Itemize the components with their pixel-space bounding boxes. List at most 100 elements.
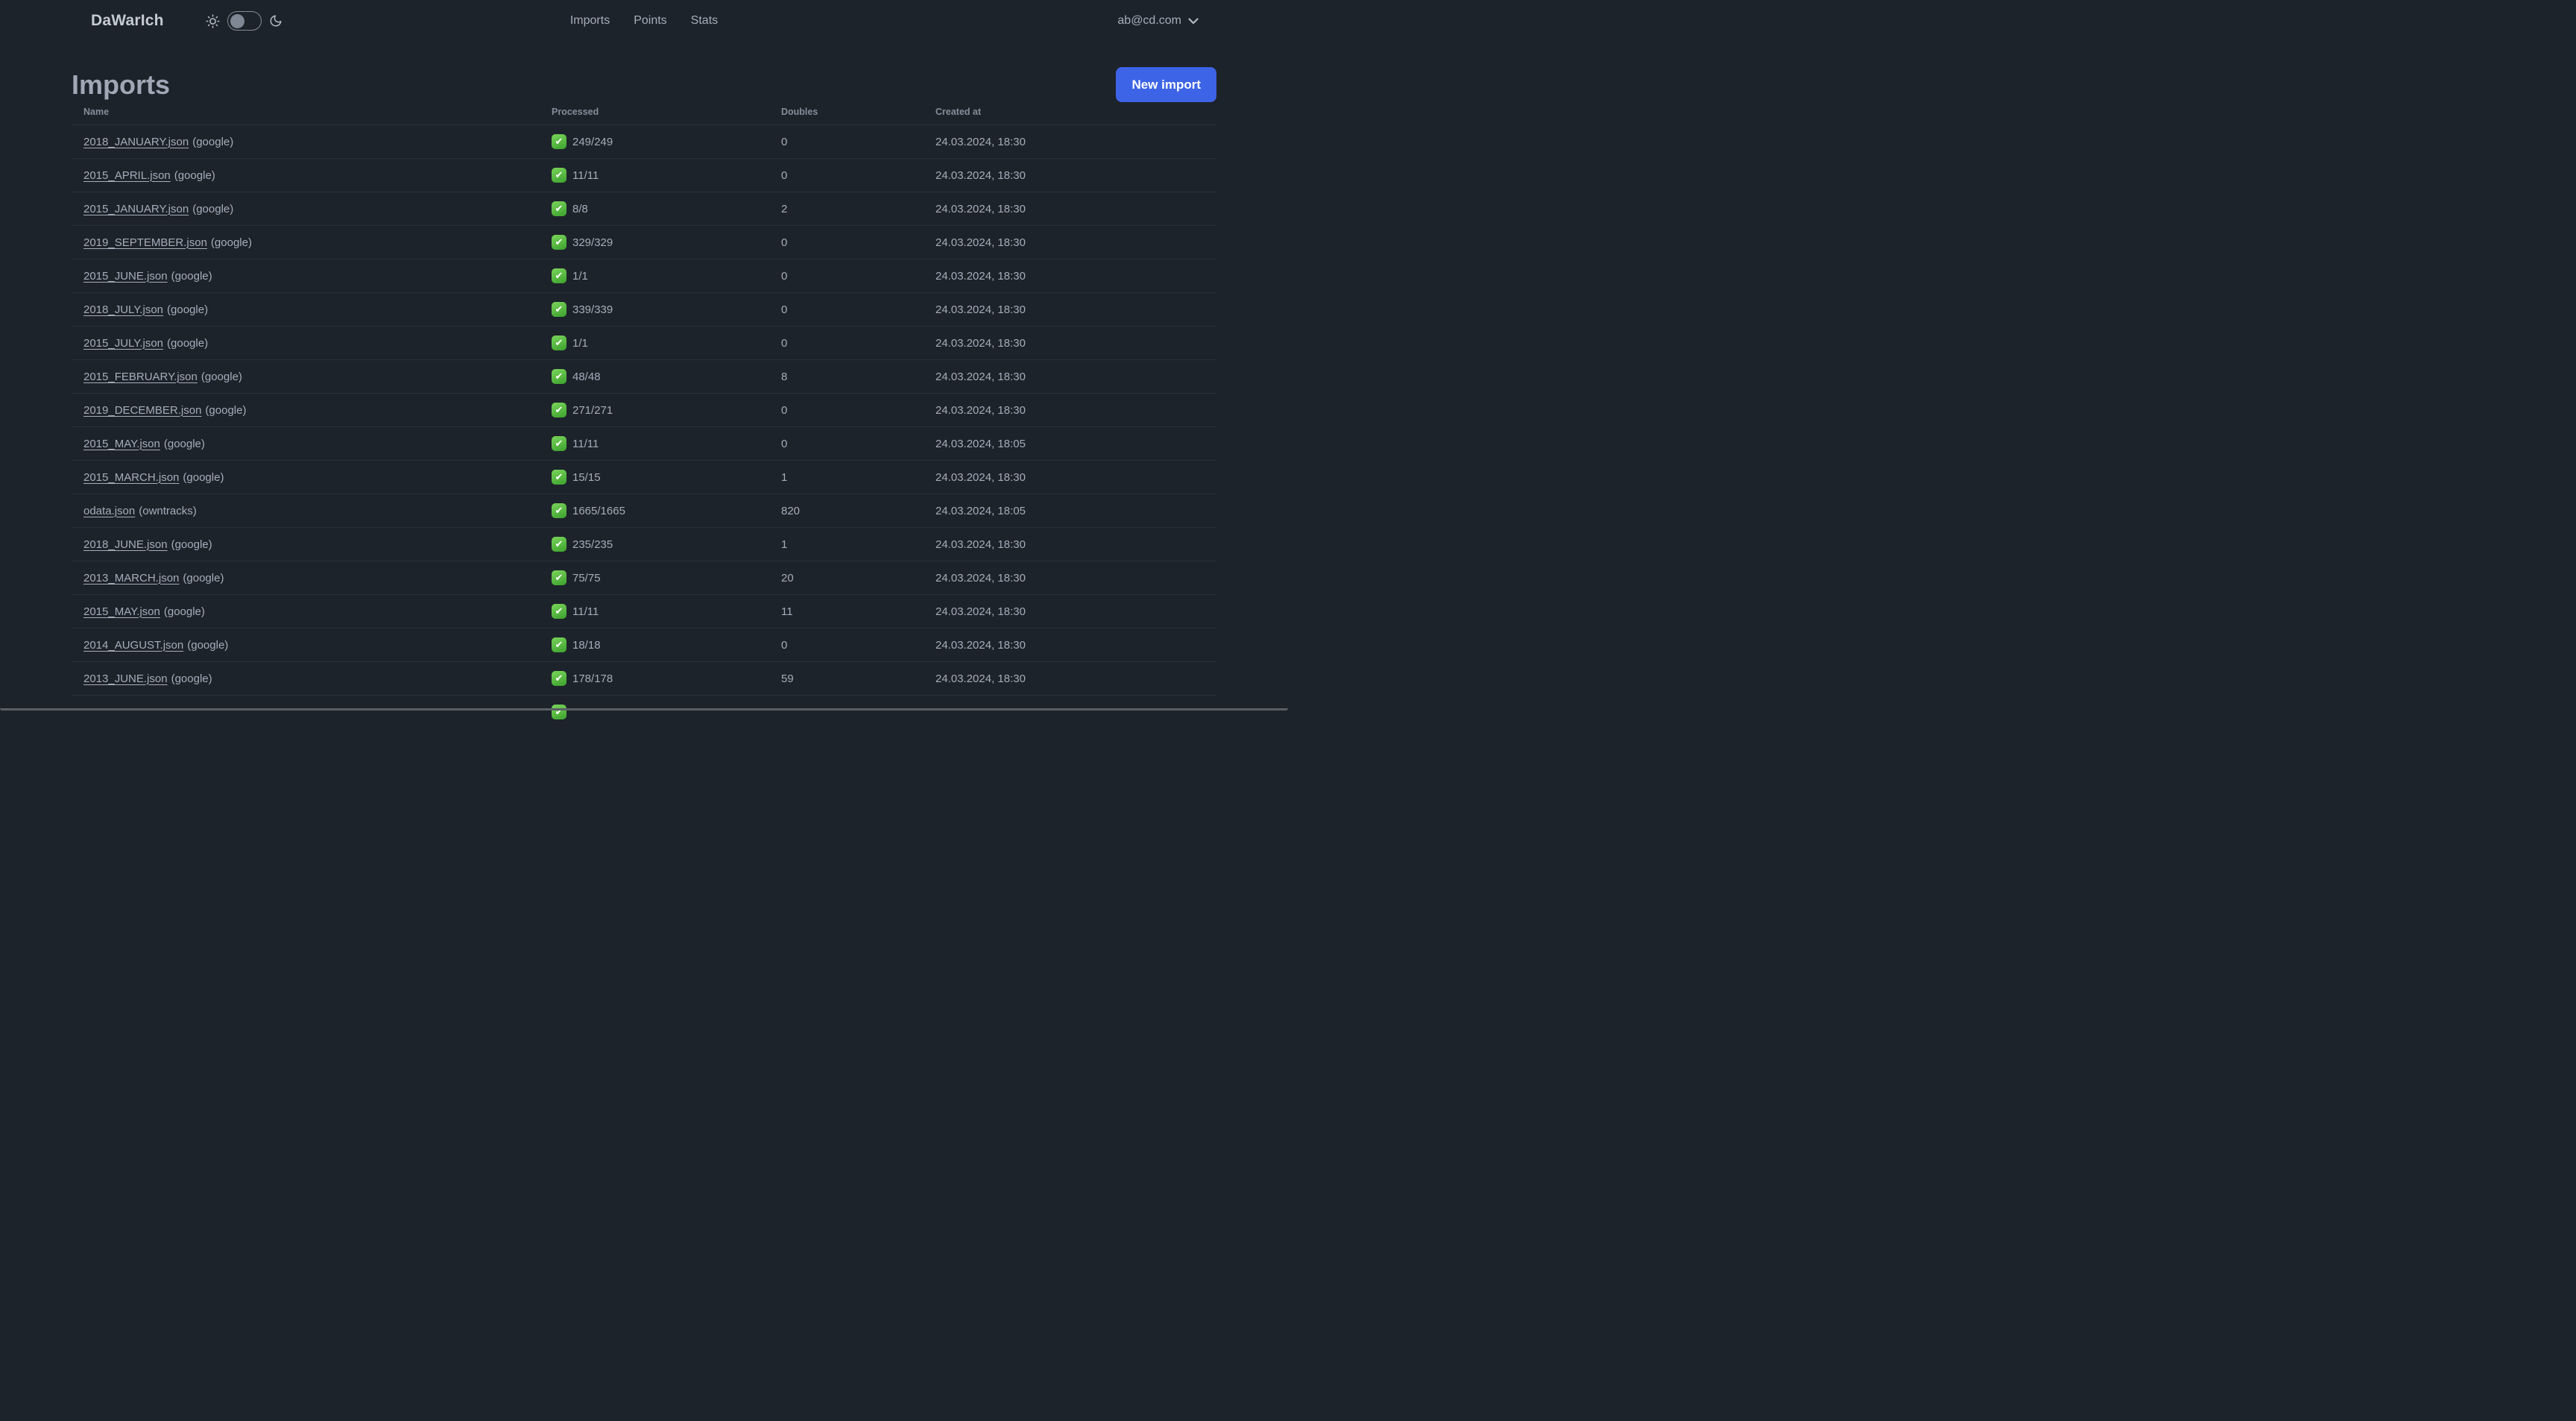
- success-check-icon: [552, 168, 566, 183]
- import-file-link[interactable]: 2015_JULY.json: [83, 337, 163, 350]
- navbar-left: DaWarIch: [91, 11, 282, 31]
- user-email: ab@cd.com: [1117, 14, 1181, 27]
- import-source-label: (google): [183, 470, 224, 484]
- import-source-label: (google): [205, 403, 247, 417]
- import-file-link[interactable]: 2019_SEPTEMBER.json: [83, 236, 207, 249]
- chevron-down-icon: [1188, 17, 1199, 25]
- import-file-link[interactable]: 2015_APRIL.json: [83, 169, 171, 182]
- import-source-label: (google): [192, 135, 234, 148]
- doubles-cell: 20: [769, 561, 924, 595]
- import-file-link[interactable]: odata.json: [83, 505, 135, 517]
- import-source-label: (google): [210, 236, 252, 249]
- created-at-cell: 24.03.2024, 18:30: [924, 326, 1216, 360]
- processed-cell: 249/249: [540, 125, 769, 159]
- import-source-label: (google): [192, 202, 234, 215]
- window-bottom-edge: [0, 708, 1288, 710]
- name-cell: 2015_JUNE.json (google): [72, 259, 540, 293]
- imports-table: Name Processed Doubles Created at 2018_J…: [72, 102, 1216, 729]
- table-row: 2015_APRIL.json(google) 11/11 0 24.03.20…: [72, 158, 1216, 192]
- import-file-link[interactable]: 2015_JANUARY.json: [83, 203, 189, 215]
- doubles-cell: 1: [769, 460, 924, 494]
- name-cell: 2015_MAY.json (google): [72, 426, 540, 461]
- doubles-cell: 0: [769, 426, 924, 461]
- processed-cell: 235/235: [540, 527, 769, 561]
- theme-toggle-group: [206, 11, 282, 31]
- name-cell: 2015_FEBRUARY.json (google): [72, 359, 540, 394]
- import-file-link[interactable]: 2013_JUNE.json: [83, 672, 168, 685]
- success-check-icon: [552, 537, 566, 552]
- doubles-cell: 0: [769, 628, 924, 662]
- column-header-processed: Processed: [540, 102, 769, 125]
- new-import-button[interactable]: New import: [1116, 67, 1216, 102]
- page-head: Imports New import: [72, 67, 1216, 102]
- created-at-cell: 24.03.2024, 18:30: [924, 460, 1216, 494]
- success-check-icon: [552, 268, 566, 283]
- column-header-doubles: Doubles: [769, 102, 924, 125]
- success-check-icon: [552, 570, 566, 585]
- processed-cell: 15/15: [540, 460, 769, 494]
- app-logo[interactable]: DaWarIch: [91, 12, 164, 30]
- table-header-row: Name Processed Doubles Created at: [72, 102, 1216, 125]
- name-cell: 2015_MAY.json (google): [72, 594, 540, 628]
- doubles-cell: 0: [769, 292, 924, 327]
- created-at-cell: 24.03.2024, 18:30: [924, 527, 1216, 561]
- created-at-cell: 24.03.2024, 18:30: [924, 259, 1216, 293]
- doubles-cell: 0: [769, 158, 924, 192]
- processed-cell: 11/11: [540, 426, 769, 461]
- nav-link-points[interactable]: Points: [634, 14, 666, 28]
- import-file-link[interactable]: 2019_DECEMBER.json: [83, 404, 201, 417]
- processed-count: 11/11: [572, 168, 599, 182]
- created-at-cell: 24.03.2024, 18:05: [924, 494, 1216, 528]
- created-at-cell: 24.03.2024, 18:30: [924, 594, 1216, 628]
- success-check-icon: [552, 671, 566, 686]
- success-check-icon: [552, 470, 566, 485]
- processed-cell: 18/18: [540, 628, 769, 662]
- processed-cell: 1665/1665: [540, 494, 769, 528]
- name-cell: 2018_JUNE.json (google): [72, 527, 540, 561]
- processed-count: 8/8: [572, 202, 588, 215]
- created-at-cell: 24.03.2024, 18:30: [924, 359, 1216, 394]
- import-file-link[interactable]: 2014_AUGUST.json: [83, 639, 183, 652]
- created-at-cell: 24.03.2024, 18:30: [935, 135, 1026, 148]
- created-at-cell: 24.03.2024, 18:05: [924, 426, 1216, 461]
- name-cell: 2015_JANUARY.json (google): [72, 192, 540, 226]
- table-row: 2019_SEPTEMBER.json(google) 329/329 0 24…: [72, 225, 1216, 259]
- doubles-cell: 0: [769, 259, 924, 293]
- table-row: [72, 695, 1216, 729]
- table-row: 2018_JUNE.json(google) 235/235 1 24.03.2…: [72, 527, 1216, 561]
- created-at-cell: 24.03.2024, 18:30: [924, 561, 1216, 595]
- import-file-link[interactable]: 2018_JUNE.json: [83, 538, 168, 551]
- table-row: 2014_AUGUST.json (google) 18/18 0 24.03.2…: [72, 628, 1216, 662]
- table-row: 2015_JULY.json (google) 1/1 0 24.03.2024,…: [72, 326, 1216, 360]
- nav-link-imports[interactable]: Imports: [570, 14, 610, 28]
- import-source-label: (google): [171, 672, 212, 685]
- import-file-link[interactable]: 2013_MARCH.json: [83, 572, 179, 585]
- created-at-cell: 24.03.2024, 18:30: [924, 192, 1216, 226]
- import-file-link[interactable]: 2018_JULY.json: [83, 303, 163, 316]
- import-file-link[interactable]: 2015_MARCH.json: [83, 471, 179, 484]
- processed-count: 1/1: [572, 336, 588, 350]
- processed-count: 75/75: [572, 571, 601, 585]
- import-source-label: (google): [171, 269, 212, 283]
- success-check-icon: [552, 134, 566, 149]
- doubles-cell: 59: [769, 661, 924, 696]
- import-file-link[interactable]: 2015_JUNE.json: [83, 270, 168, 283]
- nav-link-stats[interactable]: Stats: [691, 14, 718, 28]
- user-menu[interactable]: ab@cd.com: [1117, 0, 1199, 42]
- processed-count: 271/271: [572, 403, 613, 417]
- success-check-icon: [552, 705, 566, 720]
- processed-count: 15/15: [572, 470, 601, 484]
- import-file-link[interactable]: 2015_MAY.json: [83, 605, 160, 618]
- name-cell: odata.json (owntracks): [72, 494, 540, 528]
- created-at-cell: 24.03.2024, 18:30: [924, 158, 1216, 192]
- import-file-link[interactable]: 2015_MAY.json: [83, 438, 160, 450]
- import-file-link[interactable]: 2018_JANUARY.json: [83, 136, 189, 148]
- name-cell: 2019_DECEMBER.json (google): [72, 393, 540, 427]
- doubles-cell: 0: [769, 393, 924, 427]
- created-at-cell: 24.03.2024, 18:30: [924, 292, 1216, 327]
- theme-toggle-switch[interactable]: [227, 11, 262, 31]
- column-header-name: Name: [72, 102, 540, 125]
- processed-count: 235/235: [572, 538, 613, 551]
- success-check-icon: [552, 503, 566, 518]
- import-file-link[interactable]: 2015_FEBRUARY.json: [83, 371, 198, 383]
